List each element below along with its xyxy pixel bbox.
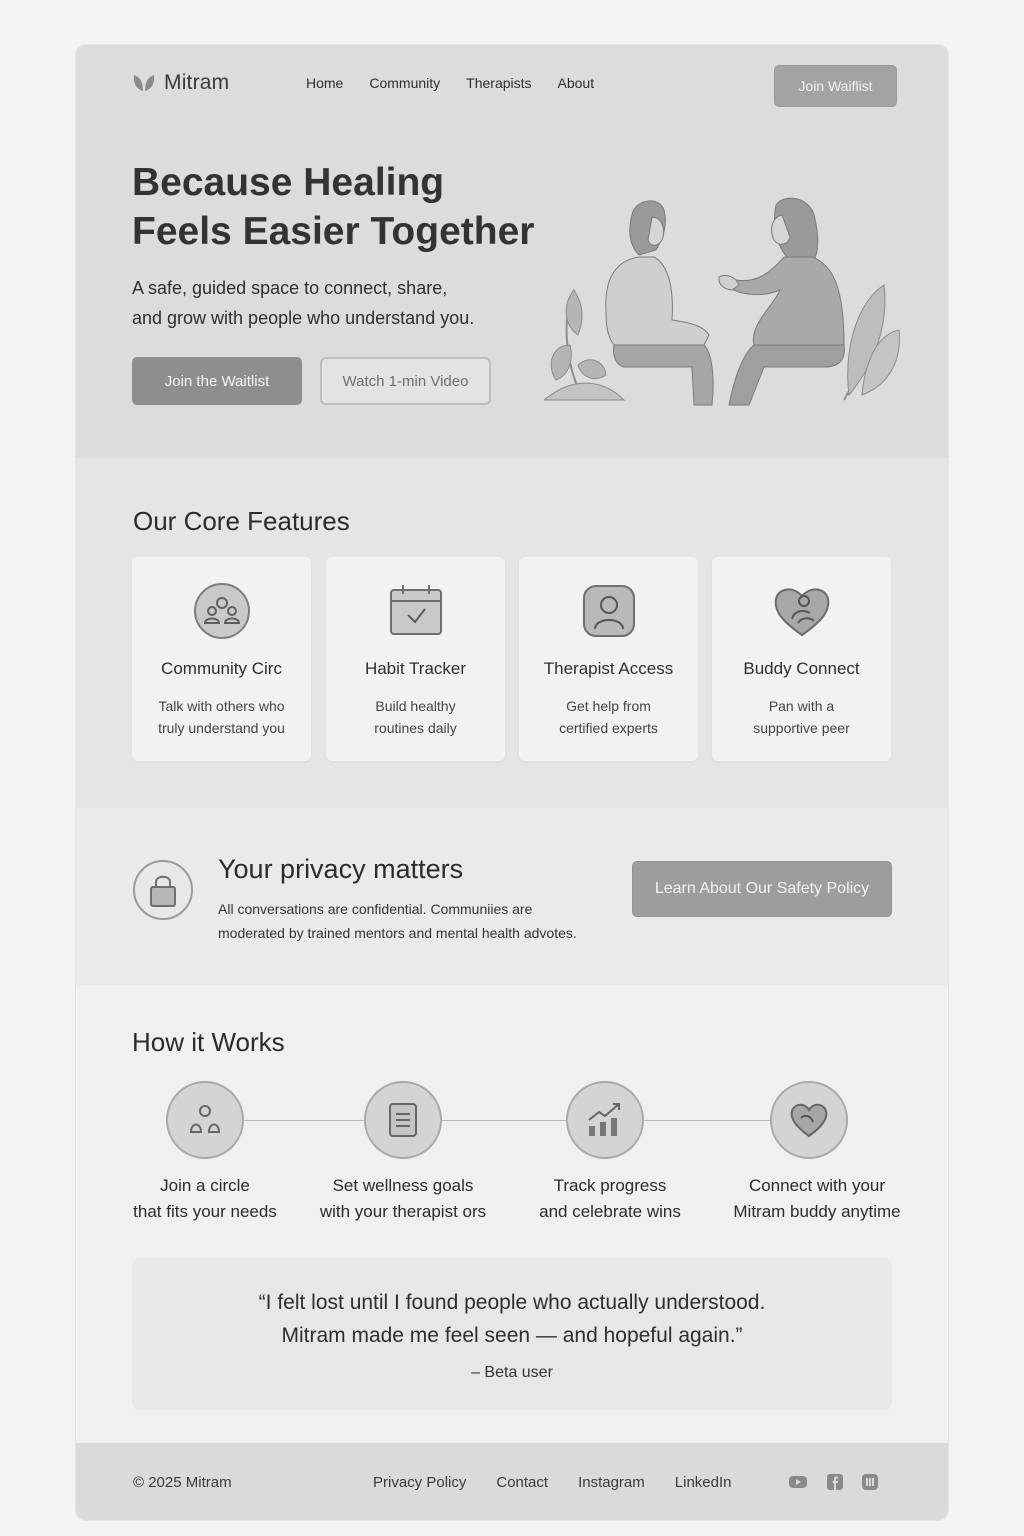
calendar-check-icon bbox=[389, 585, 442, 635]
nav-home[interactable]: Home bbox=[306, 75, 343, 91]
lock-icon-badge bbox=[133, 860, 193, 920]
brand[interactable]: Mitram bbox=[132, 71, 229, 95]
footer: © 2025 Mitram Privacy Policy Contact Ins… bbox=[76, 1443, 948, 1520]
feature-desc-line1: Pan with a bbox=[768, 698, 835, 714]
how-it-works-section: How it Works Join a circle that fits you… bbox=[76, 985, 948, 1443]
step-text-3: Track progress and celebrate wins bbox=[505, 1173, 715, 1225]
hero-subtitle-line1: A safe, guided space to connect, share, bbox=[132, 278, 448, 298]
document-icon bbox=[389, 1103, 417, 1137]
how-title: How it Works bbox=[132, 1027, 285, 1057]
feature-desc: Build healthy routines daily bbox=[336, 695, 495, 739]
privacy-title: Your privacy matters bbox=[218, 854, 464, 884]
testimonial-attribution: – Beta user bbox=[471, 1364, 553, 1381]
step-line2: and celebrate wins bbox=[539, 1202, 681, 1221]
quote-line2: Mitram made me feel seen — and hopeful a… bbox=[281, 1324, 743, 1347]
hero-subtitle: A safe, guided space to connect, share, … bbox=[132, 273, 552, 333]
nav-about[interactable]: About bbox=[558, 75, 595, 91]
main-nav: Home Community Therapists About bbox=[306, 75, 620, 91]
youtube-icon[interactable] bbox=[788, 1473, 808, 1491]
people-icon bbox=[189, 1105, 221, 1133]
step-text-1: Join a circle that fits your needs bbox=[100, 1173, 310, 1225]
facebook-icon[interactable] bbox=[825, 1473, 845, 1491]
testimonial-quote: “I felt lost until I found people who ac… bbox=[132, 1286, 892, 1352]
hero-title: Because Healing Feels Easier Together bbox=[132, 158, 562, 256]
page-frame: Mitram Home Community Therapists About J… bbox=[76, 45, 948, 1520]
features-section: Our Core Features Community Circ Talk wi… bbox=[76, 458, 948, 808]
step-line2: with your therapist ors bbox=[319, 1202, 487, 1221]
features-title: Our Core Features bbox=[133, 506, 350, 536]
lock-icon bbox=[150, 875, 176, 907]
brand-name: Mitram bbox=[164, 71, 230, 94]
feature-title: Habit Tracker bbox=[364, 659, 467, 678]
feature-desc-line1: Talk with others who bbox=[158, 698, 285, 714]
safety-policy-button[interactable]: Learn About Our Safety Policy bbox=[632, 861, 892, 917]
step-line1: Set wellness goals bbox=[332, 1176, 474, 1195]
steps-connector bbox=[206, 1120, 816, 1121]
step-line2: that fits your needs bbox=[133, 1202, 277, 1221]
feature-title: Buddy Connect bbox=[743, 659, 860, 678]
therapist-icon bbox=[582, 585, 635, 637]
chart-up-icon bbox=[588, 1103, 620, 1136]
step-text-4: Connect with your Mitram buddy anytime bbox=[712, 1173, 922, 1225]
step-line1: Track progress bbox=[553, 1176, 667, 1195]
testimonial-card: “I felt lost until I found people who ac… bbox=[132, 1258, 892, 1410]
feature-desc: Pan with a supportive peer bbox=[722, 695, 881, 739]
feature-desc-line1: Get help from bbox=[566, 698, 651, 714]
heart-hug-icon bbox=[774, 588, 829, 637]
quote-line1: “I felt lost until I found people who ac… bbox=[258, 1291, 766, 1314]
privacy-body-line1: All conversations are confidential. Comm… bbox=[218, 901, 533, 917]
feature-card-habit[interactable]: Habit Tracker Build healthy routines dai… bbox=[326, 557, 505, 761]
footer-links: Privacy Policy Contact Instagram LinkedI… bbox=[373, 1474, 761, 1491]
footer-link-linkedin[interactable]: LinkedIn bbox=[675, 1474, 732, 1491]
step-text-2: Set wellness goals with your therapist o… bbox=[298, 1173, 508, 1225]
feature-desc: Talk with others who truly understand yo… bbox=[142, 695, 301, 739]
feature-card-buddy[interactable]: Buddy Connect Pan with a supportive peer bbox=[712, 557, 891, 761]
step-circle-3 bbox=[566, 1081, 644, 1159]
join-waitlist-button[interactable]: Join the Waitlist bbox=[132, 357, 302, 405]
feature-desc-line1: Build healthy bbox=[375, 698, 456, 714]
watch-video-button[interactable]: Watch 1-min Video bbox=[320, 357, 491, 405]
footer-link-instagram[interactable]: Instagram bbox=[578, 1474, 645, 1491]
leaf-logo-icon bbox=[133, 75, 155, 91]
privacy-body: All conversations are confidential. Comm… bbox=[218, 897, 638, 945]
hero-section: Mitram Home Community Therapists About J… bbox=[76, 45, 948, 458]
hero-illustration bbox=[544, 197, 900, 406]
step-circle-1 bbox=[166, 1081, 244, 1159]
feature-card-therapist[interactable]: Therapist Access Get help from certified… bbox=[519, 557, 698, 761]
instagram-icon[interactable] bbox=[860, 1473, 880, 1491]
step-line2: Mitram buddy anytime bbox=[733, 1202, 901, 1221]
feature-desc-line2: routines daily bbox=[374, 720, 457, 736]
hero-title-line2: Feels Easier Together bbox=[132, 210, 535, 253]
step-circle-4 bbox=[770, 1081, 848, 1159]
hero-subtitle-line2: and grow with people who understand you. bbox=[132, 308, 475, 328]
nav-therapists[interactable]: Therapists bbox=[466, 75, 531, 91]
feature-desc-line2: certified experts bbox=[559, 720, 658, 736]
hero-title-line1: Because Healing bbox=[132, 161, 445, 204]
copyright: © 2025 Mitram bbox=[133, 1474, 232, 1491]
privacy-section: Your privacy matters All conversations a… bbox=[76, 808, 948, 985]
feature-desc-line2: truly understand you bbox=[158, 720, 285, 736]
heart-icon bbox=[790, 1103, 828, 1138]
footer-link-privacy[interactable]: Privacy Policy bbox=[373, 1474, 466, 1491]
feature-title: Community Circ bbox=[161, 659, 282, 678]
footer-link-contact[interactable]: Contact bbox=[496, 1474, 548, 1491]
step-line1: Connect with your bbox=[748, 1176, 886, 1195]
privacy-body-line2: moderated by trained mentors and mental … bbox=[218, 925, 577, 941]
feature-desc: Get help from certified experts bbox=[529, 695, 688, 739]
community-icon bbox=[193, 583, 250, 639]
feature-card-community[interactable]: Community Circ Talk with others who trul… bbox=[132, 557, 311, 761]
feature-title: Therapist Access bbox=[543, 659, 674, 678]
step-line1: Join a circle bbox=[160, 1176, 250, 1195]
feature-desc-line2: supportive peer bbox=[753, 720, 850, 736]
nav-community[interactable]: Community bbox=[369, 75, 440, 91]
join-waitlist-nav-button[interactable]: Join Waiflist bbox=[774, 65, 897, 107]
step-circle-2 bbox=[364, 1081, 442, 1159]
